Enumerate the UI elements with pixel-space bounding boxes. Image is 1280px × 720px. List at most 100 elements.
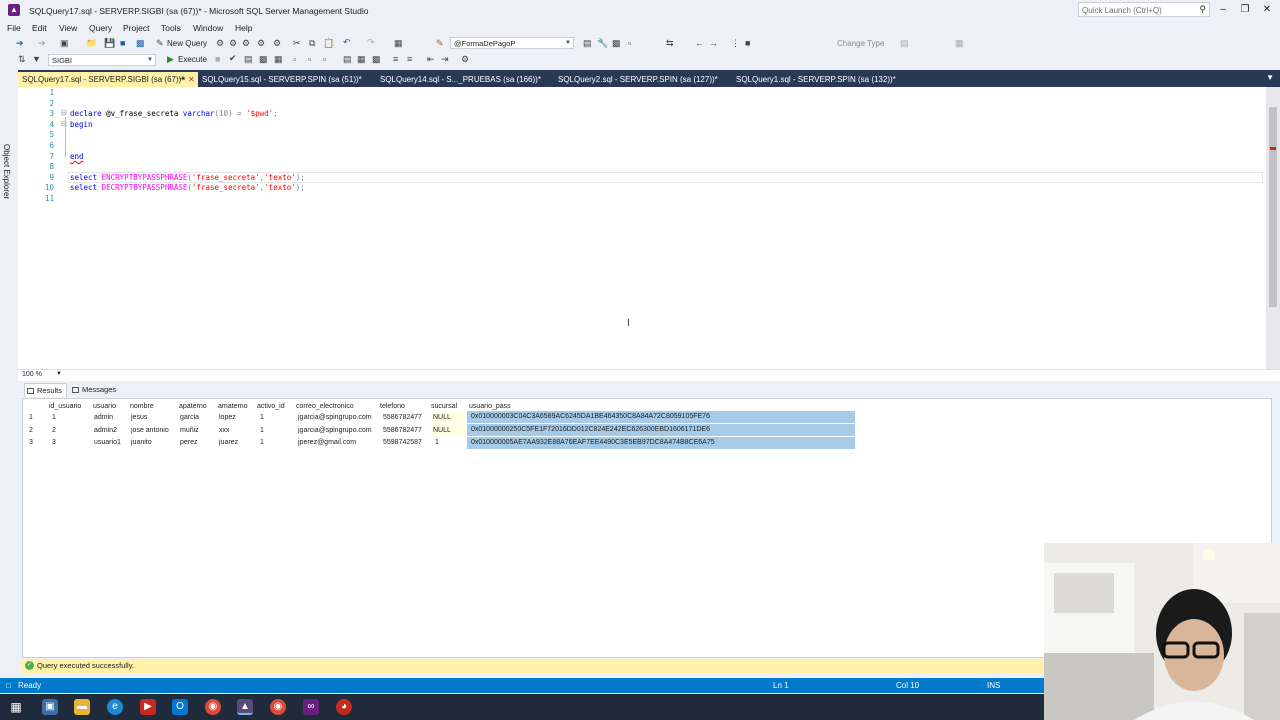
cell[interactable]: muñiz: [180, 427, 199, 434]
column-header[interactable]: usuario: [93, 403, 116, 410]
new-project-icon[interactable]: ▣: [60, 38, 69, 49]
column-header[interactable]: sucursal: [431, 403, 457, 410]
save-icon[interactable]: 💾: [104, 38, 115, 49]
row-number[interactable]: 1: [29, 414, 33, 421]
cell[interactable]: 5598742587: [383, 439, 422, 446]
menu-tools[interactable]: Tools: [161, 23, 181, 33]
include-plan-icon[interactable]: ▫: [293, 54, 296, 64]
cell[interactable]: perez: [180, 439, 198, 446]
cell[interactable]: jesus: [131, 414, 147, 421]
edge-icon[interactable]: e: [107, 699, 123, 715]
tab-sqlquery1[interactable]: SQLQuery1.sql - SERVERP.SPIN (sa (132))*: [732, 72, 907, 87]
properties-icon[interactable]: 🔧: [597, 38, 608, 49]
paste-icon[interactable]: 📋: [323, 38, 334, 49]
align-icon[interactable]: ▤: [900, 38, 909, 49]
scrollbar-thumb[interactable]: [1269, 107, 1277, 307]
pin-icon[interactable]: ⇥: [179, 72, 185, 87]
zoom-level[interactable]: 100 %: [22, 371, 42, 378]
column-header[interactable]: amaterno: [218, 403, 248, 410]
object-combo[interactable]: @FormaDePagoP ▼: [450, 37, 574, 49]
find-icon[interactable]: ✎: [436, 38, 444, 49]
cell[interactable]: 1: [52, 414, 56, 421]
cell[interactable]: 5586782477: [383, 414, 422, 421]
dmx-query-icon[interactable]: ⚙: [229, 38, 237, 49]
query-editor[interactable]: 1 2 3 4 5 6 7 8 9 10 11 ⊟ ⊟ declare @v_f…: [18, 87, 1280, 369]
solution-explorer-icon[interactable]: ▤: [583, 38, 592, 49]
chevron-down-icon[interactable]: ▼: [56, 371, 62, 377]
app-gauge-icon[interactable]: ◕: [336, 699, 352, 715]
cell[interactable]: 3: [52, 439, 56, 446]
visual-studio-icon[interactable]: ∞: [303, 699, 319, 715]
tab-results[interactable]: Results: [24, 383, 68, 397]
grid-icon[interactable]: ▦: [955, 38, 964, 49]
quick-launch-input[interactable]: Quick Launch (Ctrl+Q) ⚲: [1078, 2, 1210, 17]
row-number[interactable]: 3: [29, 439, 33, 446]
minimize-button[interactable]: –: [1215, 3, 1231, 17]
cell[interactable]: 1: [260, 427, 264, 434]
cell[interactable]: jgarcia@spingrupo.com: [298, 414, 372, 421]
mdx-query-icon[interactable]: ⚙: [216, 38, 224, 49]
tab-sqlquery2[interactable]: SQLQuery2.sql - SERVERP.SPIN (sa (127))*: [554, 72, 729, 87]
column-header[interactable]: nombre: [130, 403, 154, 410]
stop-icon[interactable]: ■: [215, 54, 220, 64]
outlook-icon[interactable]: O: [172, 699, 188, 715]
cell[interactable]: 1: [435, 439, 439, 446]
client-stats-icon[interactable]: ▫: [323, 54, 326, 64]
chrome-profile-icon[interactable]: ◉: [270, 699, 286, 715]
save-all-icon[interactable]: ■: [120, 38, 125, 48]
column-header[interactable]: apaterno: [179, 403, 207, 410]
cell[interactable]: garcia: [180, 414, 199, 421]
navigate-forward-icon[interactable]: →: [709, 38, 718, 48]
back-icon[interactable]: ➔: [16, 38, 24, 49]
cell[interactable]: 5586782477: [383, 427, 422, 434]
increase-indent-icon[interactable]: ⇥: [441, 54, 449, 65]
cell[interactable]: 2: [52, 427, 56, 434]
cell[interactable]: jose antonio: [131, 427, 169, 434]
live-stats-icon[interactable]: ▫: [308, 54, 311, 64]
lock-icon[interactable]: ■: [745, 38, 750, 48]
column-header[interactable]: correo_electronico: [296, 403, 354, 410]
menu-project[interactable]: Project: [123, 23, 149, 33]
editor-scrollbar[interactable]: [1266, 87, 1280, 369]
results-to-file-icon[interactable]: ▩: [372, 54, 381, 65]
column-header[interactable]: id_usuario: [49, 403, 81, 410]
cell-selected[interactable]: 0x010000005AE7AA932E88A76EAF7EE4490C3E5E…: [467, 437, 855, 449]
cell-null[interactable]: NULL: [431, 425, 465, 436]
redo-icon[interactable]: ↷: [367, 37, 375, 48]
cell[interactable]: juanito: [131, 439, 152, 446]
execute-icon[interactable]: ▶: [167, 54, 174, 65]
undo-icon[interactable]: ↶: [343, 37, 351, 48]
object-explorer-strip[interactable]: Object Explorer: [0, 70, 18, 680]
results-to-text-icon[interactable]: ▤: [343, 54, 352, 65]
debug-icon[interactable]: ▦: [394, 38, 403, 49]
intellisense-icon[interactable]: ▦: [274, 54, 283, 65]
object-explorer-label[interactable]: Object Explorer: [2, 144, 11, 199]
tab-sqlquery17[interactable]: SQLQuery17.sql - SERVERP.SIGBI (sa (67))…: [18, 72, 198, 87]
save-selected-icon[interactable]: ▩: [136, 38, 145, 49]
column-header[interactable]: usuario_pass: [469, 403, 511, 410]
toolbox-icon[interactable]: ▩: [612, 38, 621, 49]
xmla-query-icon[interactable]: ⚙: [242, 38, 250, 49]
tab-messages[interactable]: Messages: [70, 383, 120, 397]
cell[interactable]: jgarcia@spingrupo.com: [298, 427, 372, 434]
close-tab-icon[interactable]: ✕: [188, 72, 195, 87]
column-header[interactable]: activo_id: [257, 403, 285, 410]
menu-view[interactable]: View: [59, 23, 77, 33]
collapse-icon[interactable]: ⊟: [61, 109, 67, 117]
menu-file[interactable]: File: [7, 23, 21, 33]
cell[interactable]: 1: [260, 414, 264, 421]
cell-null[interactable]: NULL: [431, 412, 465, 423]
ssms-taskbar-icon[interactable]: ▲: [237, 699, 253, 715]
cut-icon[interactable]: ✂: [293, 38, 301, 49]
column-header[interactable]: telefono: [380, 403, 405, 410]
decrease-indent-icon[interactable]: ⇤: [427, 54, 435, 65]
uncomment-icon[interactable]: ≡: [407, 54, 412, 64]
query-options-icon[interactable]: ▩: [259, 54, 268, 65]
menu-window[interactable]: Window: [193, 23, 223, 33]
cell[interactable]: usuario1: [94, 439, 121, 446]
filter-icon[interactable]: ▼: [32, 54, 41, 64]
cell-selected[interactable]: 0x01000000250C5FE1F72016DD012C824E242EC6…: [467, 424, 855, 436]
window-icon[interactable]: ▫: [628, 38, 631, 48]
estimated-plan-icon[interactable]: ▤: [244, 54, 253, 65]
task-view-icon[interactable]: ▣: [42, 699, 58, 715]
